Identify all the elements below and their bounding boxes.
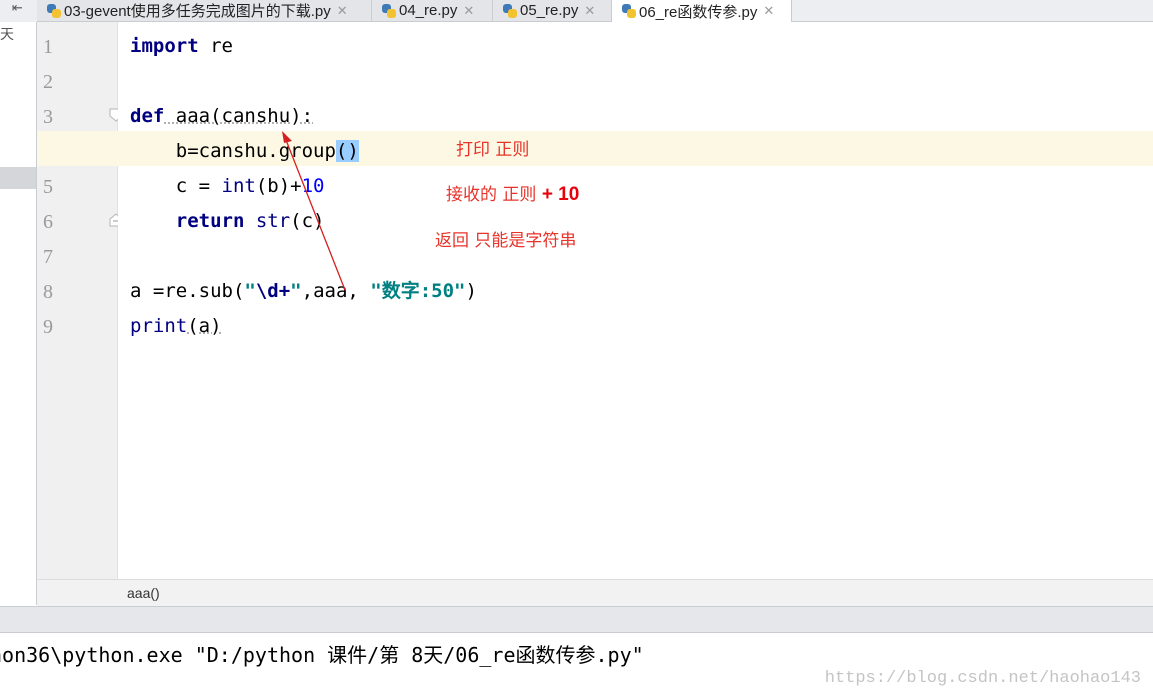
- code-text: ): [465, 280, 477, 302]
- builtin-str: str: [244, 210, 291, 232]
- annotation-print-regex: 打印 正则: [456, 140, 530, 160]
- code-text: re: [198, 35, 233, 57]
- close-icon[interactable]: ✕: [584, 3, 595, 19]
- tab-bar-left: ⇤: [0, 0, 37, 22]
- python-file-icon: [503, 3, 517, 18]
- code-text: b=canshu.group: [130, 140, 336, 162]
- line-number-gutter: 1 2 3 4 5 6 7 8 9: [37, 22, 123, 579]
- keyword-return: return: [130, 210, 245, 232]
- tab-label: 04_re.py: [399, 2, 458, 19]
- annotation-return-string: 返回 只能是字符串: [435, 231, 577, 251]
- annotation-plus-ten: + 10: [541, 184, 580, 205]
- run-console[interactable]: hon36\python.exe "D:/python 课件/第 8天/06_r…: [0, 633, 1153, 700]
- code-line-6[interactable]: return str(c): [130, 204, 325, 239]
- tab-06-re-active[interactable]: 06_re函数传参.py ✕: [612, 0, 792, 22]
- breadcrumb-item[interactable]: aaa(): [127, 585, 160, 601]
- collapse-icon[interactable]: ⇤: [12, 1, 23, 16]
- code-line-9[interactable]: print(a): [130, 309, 222, 344]
- line-number: 5: [43, 176, 53, 198]
- code-text: ,aaa,: [301, 280, 371, 302]
- string-quote: ": [244, 280, 256, 302]
- annotation-receive-regex: 接收的 正则 + 10: [446, 180, 579, 206]
- line-number: 8: [43, 281, 53, 303]
- line-number: 1: [43, 36, 53, 58]
- watermark: https://blog.csdn.net/haohao143: [824, 669, 1141, 688]
- code-line-8[interactable]: a =re.sub("\d+",aaa, "数字:50"): [130, 274, 477, 309]
- tab-label: 03-gevent使用多任务完成图片的下载.py: [64, 3, 331, 20]
- builtin-int: int: [221, 175, 256, 197]
- editor-tab-bar: ⇤ 03-gevent使用多任务完成图片的下载.py ✕ 04_re.py ✕ …: [0, 0, 1153, 22]
- console-command-line: hon36\python.exe "D:/python 课件/第 8天/06_r…: [0, 643, 644, 667]
- code-line-1[interactable]: import re: [130, 29, 233, 64]
- number-literal: 10: [301, 175, 325, 197]
- code-line-5[interactable]: c = int(b)+10: [130, 169, 325, 204]
- line-number: 2: [43, 71, 53, 93]
- keyword-def: def: [130, 105, 165, 127]
- code-text: (c): [290, 210, 325, 232]
- code-text: (a): [187, 315, 222, 337]
- regex-escape: \d+: [255, 280, 291, 302]
- code-line-3[interactable]: def aaa(canshu):: [130, 99, 313, 134]
- code-text: (b)+: [255, 175, 302, 197]
- breadcrumb[interactable]: aaa(): [37, 579, 1153, 606]
- line-number: 7: [43, 246, 53, 268]
- close-icon[interactable]: ✕: [337, 3, 348, 19]
- code-text: a =re.sub(: [130, 280, 245, 302]
- tab-label: 06_re函数传参.py: [639, 3, 758, 21]
- string-literal: "数字:50": [370, 280, 466, 302]
- python-file-icon: [622, 4, 636, 18]
- project-tree-fragment: 天: [0, 27, 14, 43]
- tab-label: 05_re.py: [520, 2, 579, 19]
- tab-05-re[interactable]: 05_re.py ✕: [493, 0, 612, 21]
- line-number: 6: [43, 211, 53, 233]
- tab-04-re[interactable]: 04_re.py ✕: [372, 0, 493, 21]
- project-panel-strip: 天: [0, 22, 37, 605]
- matched-paren: (): [335, 140, 359, 162]
- keyword-import: import: [130, 35, 199, 57]
- project-tree-selection[interactable]: [0, 167, 36, 189]
- code-text: c =: [130, 175, 222, 197]
- line-number: 9: [43, 316, 53, 338]
- tab-03-gevent[interactable]: 03-gevent使用多任务完成图片的下载.py ✕: [37, 0, 372, 21]
- code-line-4[interactable]: b=canshu.group(): [130, 134, 359, 169]
- line-number: 3: [43, 106, 53, 128]
- close-icon[interactable]: ✕: [463, 3, 474, 19]
- close-icon[interactable]: ✕: [763, 3, 774, 19]
- builtin-print: print: [130, 315, 188, 337]
- function-signature: aaa(canshu):: [164, 105, 314, 127]
- python-file-icon: [382, 3, 396, 18]
- python-file-icon: [47, 3, 61, 18]
- tool-window-divider[interactable]: [0, 606, 1153, 633]
- string-quote: ": [290, 280, 302, 302]
- annotation-text: 接收的 正则: [446, 185, 537, 205]
